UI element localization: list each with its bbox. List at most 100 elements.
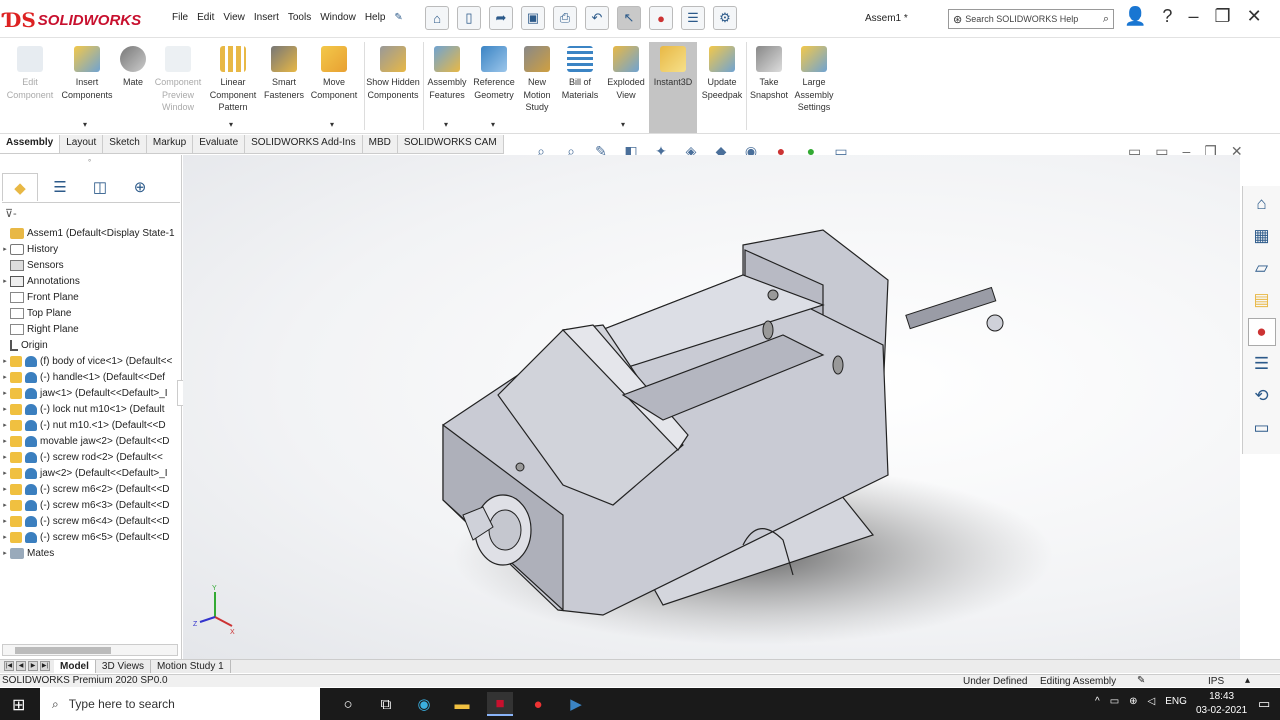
tab-cam[interactable]: SOLIDWORKS CAM: [397, 135, 504, 153]
expand-arrow-icon[interactable]: ▸: [0, 501, 10, 509]
linear-pattern-dropdown-icon[interactable]: ▾: [229, 120, 233, 129]
pin-icon[interactable]: ✎: [394, 12, 402, 23]
edit-component-button[interactable]: Edit Component: [4, 42, 56, 101]
linear-component-pattern-button[interactable]: Linear Component Pattern: [206, 42, 260, 114]
menu-tools[interactable]: Tools: [288, 12, 311, 23]
solidworks-forum-icon[interactable]: ⟲: [1248, 382, 1276, 410]
insert-components-button[interactable]: Insert Components: [60, 42, 114, 101]
help-search-input[interactable]: ⊛ Search SOLIDWORKS Help ⌕: [948, 9, 1114, 29]
rebuild-status-icon[interactable]: ✎: [1137, 675, 1145, 686]
move-component-button[interactable]: Move Component: [308, 42, 360, 101]
bill-of-materials-button[interactable]: Bill of Materials: [557, 42, 603, 101]
task-view-icon[interactable]: ⧉: [373, 692, 399, 716]
large-assembly-settings-button[interactable]: Large Assembly Settings: [791, 42, 837, 114]
tab-assembly[interactable]: Assembly: [0, 135, 61, 153]
expand-arrow-icon[interactable]: ▸: [0, 517, 10, 525]
vise-assembly-model[interactable]: [183, 155, 1240, 660]
reference-geometry-button[interactable]: Reference Geometry: [471, 42, 517, 101]
tab-3d-views[interactable]: 3D Views: [96, 660, 151, 673]
tree-item[interactable]: Origin: [0, 337, 181, 353]
tab-sketch[interactable]: Sketch: [103, 135, 147, 153]
tree-item[interactable]: ▸ movable jaw<2> (Default<<D: [0, 433, 181, 449]
scrollbar-thumb[interactable]: [15, 647, 111, 654]
undo-icon[interactable]: ↶: [585, 6, 609, 30]
move-component-dropdown-icon[interactable]: ▾: [330, 120, 334, 129]
tree-item[interactable]: ▸ (-) screw m6<4> (Default<<D: [0, 513, 181, 529]
tree-item[interactable]: ▸ (-) lock nut m10<1> (Default: [0, 401, 181, 417]
network-icon[interactable]: ⊕: [1129, 696, 1137, 707]
cortana-icon[interactable]: ○: [335, 692, 361, 716]
dimxpert-tab-icon[interactable]: ⊕: [122, 173, 158, 201]
help-question-icon[interactable]: ?: [1162, 6, 1172, 27]
magnifier-icon[interactable]: ⌕: [1103, 13, 1109, 26]
expand-arrow-icon[interactable]: ▸: [0, 357, 10, 365]
close-window-icon[interactable]: ✕: [1247, 6, 1262, 27]
windows-start-icon[interactable]: ⊞: [12, 695, 25, 715]
user-account-icon[interactable]: 👤: [1124, 6, 1146, 27]
volume-icon[interactable]: ◁: [1148, 696, 1156, 707]
exploded-view-dropdown-icon[interactable]: ▾: [621, 120, 625, 129]
select-cursor-icon[interactable]: ↖: [617, 6, 641, 30]
new-motion-study-button[interactable]: New Motion Study: [519, 42, 555, 114]
file-properties-icon[interactable]: ☰: [681, 6, 705, 30]
expand-arrow-icon[interactable]: ▸: [0, 277, 10, 285]
tree-item[interactable]: ▸ Annotations: [0, 273, 181, 289]
tree-horizontal-scrollbar[interactable]: [2, 644, 178, 656]
graphics-area[interactable]: [183, 155, 1240, 660]
tree-item[interactable]: ▸ (-) nut m10.<1> (Default<<D: [0, 417, 181, 433]
menu-help[interactable]: Help: [365, 12, 386, 23]
assembly-features-button[interactable]: Assembly Features: [425, 42, 469, 101]
battery-icon[interactable]: ▭: [1110, 696, 1119, 707]
configuration-manager-tab-icon[interactable]: ◫: [82, 173, 118, 201]
component-preview-window-button[interactable]: Component Preview Window: [150, 42, 206, 114]
tree-item[interactable]: Front Plane: [0, 289, 181, 305]
menu-file[interactable]: File: [172, 12, 188, 23]
expand-arrow-icon[interactable]: ▸: [0, 245, 10, 253]
print-icon[interactable]: ⎙: [553, 6, 577, 30]
expand-arrow-icon[interactable]: ▸: [0, 533, 10, 541]
tab-markup[interactable]: Markup: [146, 135, 194, 153]
tray-chevron-icon[interactable]: ^: [1095, 696, 1100, 707]
units-dropdown-icon[interactable]: ▴: [1245, 675, 1250, 686]
update-speedpak-button[interactable]: Update Speedpak: [699, 42, 745, 101]
tab-layout[interactable]: Layout: [60, 135, 104, 153]
tree-item[interactable]: Assem1 (Default<Display State-1: [0, 225, 181, 241]
expand-arrow-icon[interactable]: ▸: [0, 549, 10, 557]
tree-item[interactable]: Top Plane: [0, 305, 181, 321]
feature-tree-tab-icon[interactable]: ◆: [2, 173, 38, 201]
expand-arrow-icon[interactable]: ▸: [0, 373, 10, 381]
expand-arrow-icon[interactable]: ▸: [0, 421, 10, 429]
solidworks-resources-icon[interactable]: ⌂: [1248, 190, 1276, 218]
custom-properties-icon[interactable]: ☰: [1248, 350, 1276, 378]
smart-fasteners-button[interactable]: Smart Fasteners: [262, 42, 306, 101]
tree-item[interactable]: ▸ (-) screw m6<3> (Default<<D: [0, 497, 181, 513]
prev-tab-icon[interactable]: ◀: [16, 661, 26, 671]
edge-browser-icon[interactable]: ◉: [411, 692, 437, 716]
file-explorer-icon[interactable]: ▱: [1248, 254, 1276, 282]
recorder-taskbar-icon[interactable]: ●: [525, 692, 551, 716]
tree-item[interactable]: ▸ (-) handle<1> (Default<<Def: [0, 369, 181, 385]
tree-item[interactable]: ▸ (-) screw rod<2> (Default<<: [0, 449, 181, 465]
expand-arrow-icon[interactable]: ▸: [0, 469, 10, 477]
appearances-scenes-icon[interactable]: ●: [1247, 318, 1276, 346]
taskbar-clock[interactable]: 18:43 03-02-2021: [1196, 690, 1247, 718]
design-library-icon[interactable]: ▦: [1248, 222, 1276, 250]
assembly-features-dropdown-icon[interactable]: ▾: [444, 120, 448, 129]
tree-item[interactable]: ▸ (-) screw m6<2> (Default<<D: [0, 481, 181, 497]
mate-button[interactable]: Mate: [118, 42, 148, 89]
insert-components-dropdown-icon[interactable]: ▾: [83, 120, 87, 129]
tree-item[interactable]: Sensors: [0, 257, 181, 273]
tree-item[interactable]: ▸ (-) screw m6<5> (Default<<D: [0, 529, 181, 545]
save-icon[interactable]: ▣: [521, 6, 545, 30]
tree-item[interactable]: Right Plane: [0, 321, 181, 337]
next-tab-icon[interactable]: ▶: [28, 661, 38, 671]
taskbar-search-input[interactable]: ⌕ Type here to search: [40, 688, 320, 720]
tree-filter-icon[interactable]: ⊽-: [5, 207, 17, 220]
menu-view[interactable]: View: [223, 12, 245, 23]
first-tab-icon[interactable]: |◀: [4, 661, 14, 671]
take-snapshot-button[interactable]: Take Snapshot: [748, 42, 790, 101]
media-player-taskbar-icon[interactable]: ▶: [563, 692, 589, 716]
file-explorer-taskbar-icon[interactable]: ▬: [449, 692, 475, 716]
property-manager-tab-icon[interactable]: ☰: [42, 173, 78, 201]
open-icon[interactable]: ➦: [489, 6, 513, 30]
